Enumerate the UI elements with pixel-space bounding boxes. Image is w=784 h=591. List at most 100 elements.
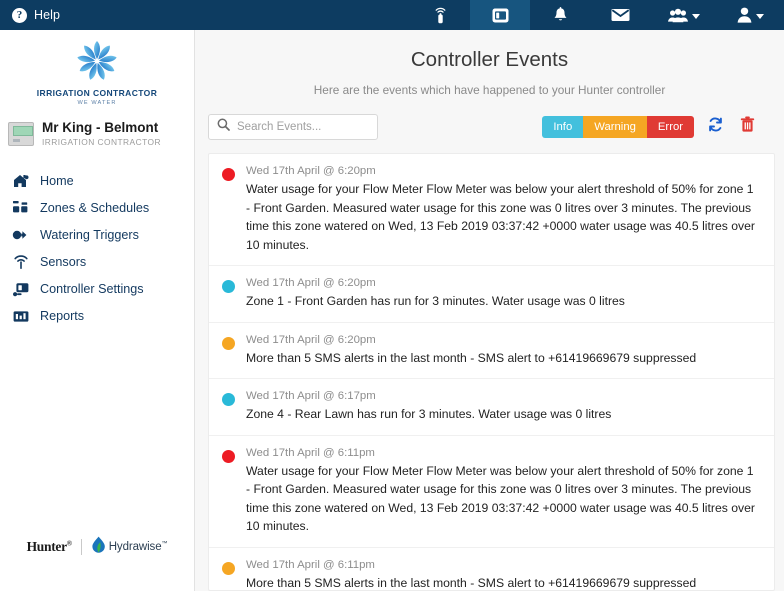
hunter-logo: Hunter® xyxy=(26,539,72,554)
event-body: Wed 17th April @ 6:17pm Zone 4 - Rear La… xyxy=(246,390,611,424)
controller-device-icon xyxy=(8,121,34,146)
sensor-antenna-icon xyxy=(12,254,29,271)
trigger-icon xyxy=(12,227,29,244)
sidebar-item-label: Reports xyxy=(40,309,85,324)
event-message: Zone 4 - Rear Lawn has run for 3 minutes… xyxy=(246,407,612,422)
event-timestamp: Wed 17th April @ 6:20pm xyxy=(246,333,376,346)
event-body: Wed 17th April @ 6:11pm Water usage for … xyxy=(246,447,758,536)
event-body: Wed 17th April @ 6:20pm More than 5 SMS … xyxy=(246,334,696,368)
sidebar-item-label: Zones & Schedules xyxy=(40,201,150,216)
chevron-down-icon xyxy=(756,13,764,19)
event-row[interactable]: Wed 17th April @ 6:17pm Zone 4 - Rear La… xyxy=(209,379,774,436)
sidebar-item-watering-triggers[interactable]: Watering Triggers xyxy=(0,222,194,249)
severity-dot xyxy=(222,336,235,350)
grid-zones-icon xyxy=(12,200,29,217)
top-navigation-bar: ? Help xyxy=(0,0,784,30)
wifi-sensor-icon xyxy=(433,6,448,24)
events-list: Wed 17th April @ 6:20pm Water usage for … xyxy=(208,153,775,591)
account-subtitle: IRRIGATION CONTRACTOR xyxy=(42,136,161,147)
sidebar-item-label: Home xyxy=(40,174,74,189)
severity-filter-group: Info Warning Error xyxy=(542,116,694,138)
event-message: Zone 1 - Front Garden has run for 3 minu… xyxy=(246,294,625,309)
page-subtitle: Here are the events which have happened … xyxy=(313,83,666,97)
brand-tagline: WE WATER xyxy=(77,100,117,106)
hydrawise-trademark: ™ xyxy=(161,541,168,548)
account-name: Mr King - Belmont xyxy=(42,120,159,135)
trash-icon xyxy=(740,116,755,138)
page-header: Controller Events Here are the events wh… xyxy=(195,30,784,97)
sidebar-nav: Home Zones & Schedules Watering Triggers… xyxy=(0,168,194,330)
page-title: Controller Events xyxy=(410,48,569,71)
brand-name: IRRIGATION CONTRACTOR xyxy=(36,88,158,98)
users-group-icon xyxy=(667,8,688,23)
event-body: Wed 17th April @ 6:20pm Water usage for … xyxy=(246,165,758,254)
search-icon xyxy=(217,118,230,136)
severity-dot xyxy=(222,168,235,181)
bell-icon xyxy=(553,6,568,24)
controller-icon-button[interactable] xyxy=(470,0,530,30)
event-row[interactable]: Wed 17th April @ 6:11pm Water usage for … xyxy=(209,436,774,549)
event-body: Wed 17th April @ 6:20pm Zone 1 - Front G… xyxy=(246,277,625,311)
controller-screen-icon xyxy=(492,8,509,23)
search-box[interactable] xyxy=(208,114,378,140)
sidebar-item-label: Watering Triggers xyxy=(40,228,139,243)
filter-warning-button[interactable]: Warning xyxy=(583,116,647,138)
event-message: More than 5 SMS alerts in the last month… xyxy=(246,576,697,591)
refresh-icon xyxy=(707,116,724,138)
controller-settings-icon xyxy=(12,281,29,298)
hydrawise-wordmark: Hydrawise™ xyxy=(108,541,168,553)
water-droplet-flower-logo xyxy=(69,38,125,86)
topbar-icon-group xyxy=(410,0,784,30)
reports-chart-icon xyxy=(12,308,29,325)
sidebar-item-controller-settings[interactable]: Controller Settings xyxy=(0,276,194,303)
messages-icon-button[interactable] xyxy=(590,0,650,30)
sidebar-item-sensors[interactable]: Sensors xyxy=(0,249,194,276)
filter-info-button[interactable]: Info xyxy=(542,116,584,138)
refresh-button[interactable] xyxy=(702,114,728,140)
account-menu-button[interactable] xyxy=(717,0,784,30)
hydrawise-logo: Hydrawise™ xyxy=(91,536,168,558)
event-timestamp: Wed 17th April @ 6:20pm xyxy=(246,165,376,177)
sidebar-footer-logos: Hunter® Hydrawise™ xyxy=(0,536,194,558)
help-button[interactable]: ? Help xyxy=(0,0,60,30)
account-selector[interactable]: Mr King - Belmont IRRIGATION CONTRACTOR xyxy=(0,110,194,154)
help-icon: ? xyxy=(12,7,27,23)
delete-button[interactable] xyxy=(734,114,760,140)
account-text: Mr King - Belmont IRRIGATION CONTRACTOR xyxy=(42,120,161,148)
severity-dot xyxy=(222,449,235,463)
event-row[interactable]: Wed 17th April @ 6:20pm Water usage for … xyxy=(209,154,774,267)
event-row[interactable]: Wed 17th April @ 6:11pm More than 5 SMS … xyxy=(209,548,774,591)
envelope-icon xyxy=(611,8,630,22)
event-timestamp: Wed 17th April @ 6:20pm xyxy=(246,277,376,290)
event-timestamp: Wed 17th April @ 6:11pm xyxy=(246,446,375,459)
hunter-registered-mark: ® xyxy=(66,539,72,548)
sidebar-item-reports[interactable]: Reports xyxy=(0,303,194,330)
event-row[interactable]: Wed 17th April @ 6:20pm More than 5 SMS … xyxy=(209,323,774,380)
event-body: Wed 17th April @ 6:11pm More than 5 SMS … xyxy=(246,559,697,591)
app-root: ? Help IRRIGATION CONTRACTOR WE WATER Mr… xyxy=(0,0,784,591)
filter-error-button[interactable]: Error xyxy=(646,116,694,138)
severity-dot xyxy=(222,393,235,407)
event-timestamp: Wed 17th April @ 6:17pm xyxy=(246,390,376,403)
event-row[interactable]: Wed 17th April @ 6:20pm Zone 1 - Front G… xyxy=(209,266,774,323)
sidebar-item-label: Sensors xyxy=(40,255,87,270)
search-input[interactable] xyxy=(237,121,369,133)
sidebar-item-zones-schedules[interactable]: Zones & Schedules xyxy=(0,195,194,222)
main-content: Controller Events Here are the events wh… xyxy=(195,30,784,591)
customers-menu-button[interactable] xyxy=(650,0,717,30)
severity-dot xyxy=(222,562,235,576)
event-message: Water usage for your Flow Meter Flow Met… xyxy=(246,463,755,534)
chevron-down-icon xyxy=(691,13,700,19)
body-row: IRRIGATION CONTRACTOR WE WATER Mr King -… xyxy=(0,30,784,591)
sidebar-item-home[interactable]: Home xyxy=(0,168,194,195)
home-icon xyxy=(12,173,29,190)
droplet-leaf-icon xyxy=(91,536,106,558)
help-label: Help xyxy=(34,8,61,22)
alerts-icon-button[interactable] xyxy=(530,0,590,30)
sensor-status-icon-button[interactable] xyxy=(410,0,470,30)
brand-block: IRRIGATION CONTRACTOR WE WATER xyxy=(0,30,194,110)
user-icon xyxy=(737,7,752,23)
event-message: More than 5 SMS alerts in the last month… xyxy=(246,350,697,365)
event-message: Water usage for your Flow Meter Flow Met… xyxy=(246,182,755,252)
